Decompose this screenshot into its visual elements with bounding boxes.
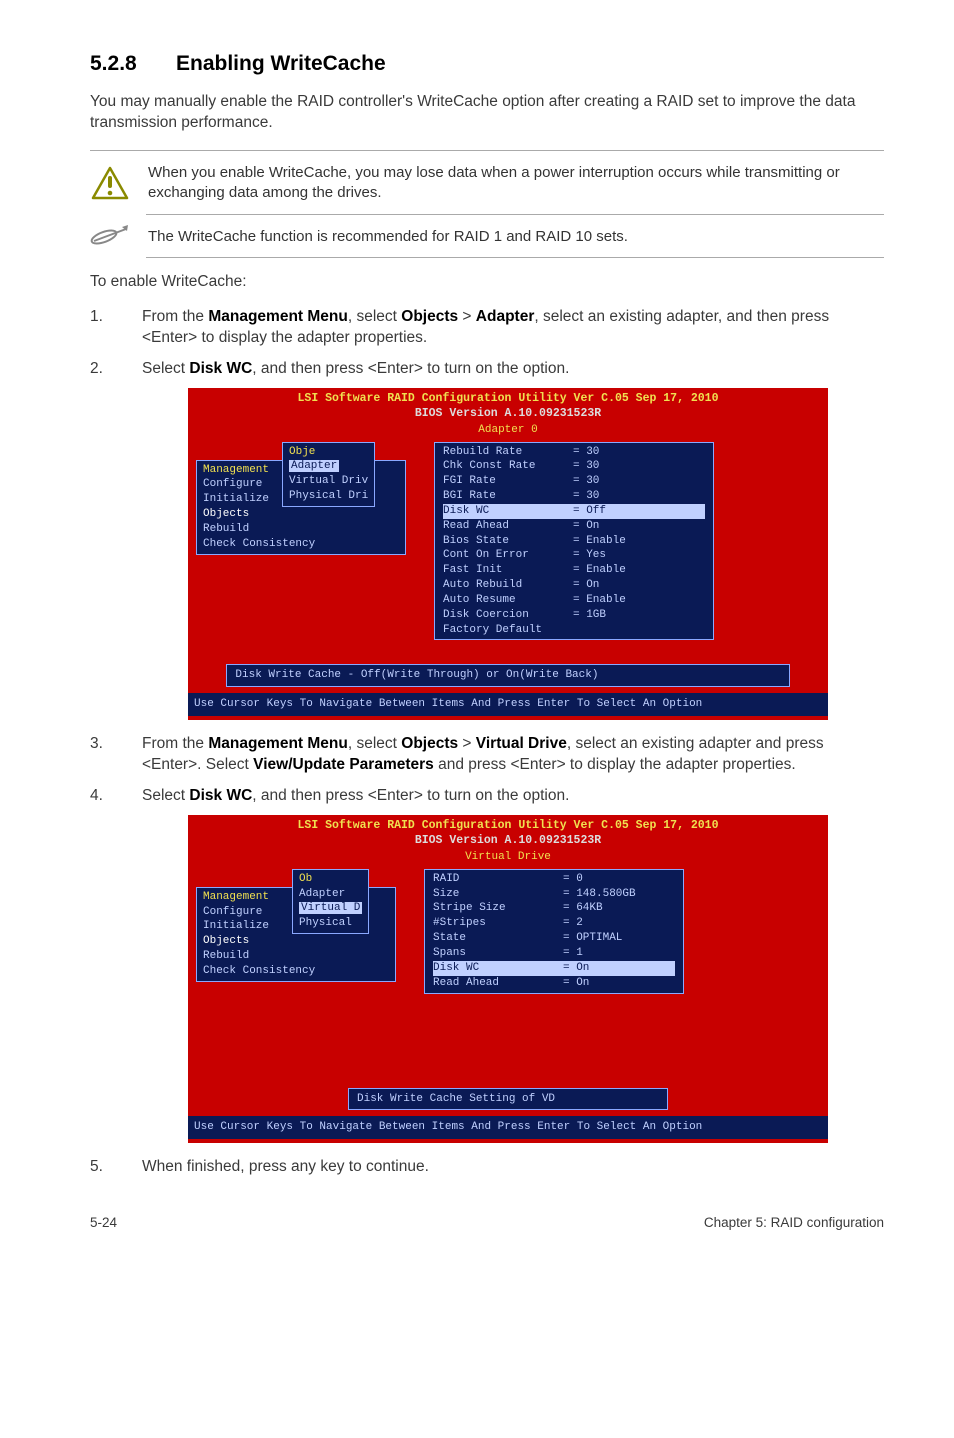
param-row: Size= 148.580GB	[433, 887, 675, 902]
param-row: Chk Const Rate= 30	[443, 459, 705, 474]
param-row: RAID= 0	[433, 872, 675, 887]
param-row: Read Ahead= On	[443, 519, 705, 534]
param-row: Rebuild Rate= 30	[443, 445, 705, 460]
adapter-params: Rebuild Rate= 30Chk Const Rate= 30FGI Ra…	[434, 442, 714, 641]
bios-screenshot-vd: LSI Software RAID Configuration Utility …	[188, 815, 828, 1143]
step-4: Select Disk WC, and then press <Enter> t…	[90, 786, 884, 1143]
step-1: From the Management Menu, select Objects…	[90, 307, 884, 349]
param-row: Stripe Size= 64KB	[433, 901, 675, 916]
lead-text: To enable WriteCache:	[90, 272, 884, 293]
bios-version: BIOS Version A.10.09231523R	[188, 406, 828, 422]
obj-item-adapter: Adapter	[289, 460, 339, 472]
bios-section: Adapter 0	[188, 423, 828, 438]
bios-version: BIOS Version A.10.09231523R	[188, 833, 828, 849]
obj-item-pd: Physical	[299, 917, 352, 929]
param-row: Spans= 1	[433, 946, 675, 961]
bios-title: LSI Software RAID Configuration Utility …	[188, 815, 828, 834]
step-5: When finished, press any key to continue…	[90, 1157, 884, 1178]
param-row: #Stripes= 2	[433, 916, 675, 931]
section-heading: 5.2.8Enabling WriteCache	[90, 50, 884, 78]
obj-item-vd: Virtual Driv	[289, 475, 368, 487]
bios-footer: Use Cursor Keys To Navigate Between Item…	[188, 1116, 828, 1139]
bios-title: LSI Software RAID Configuration Utility …	[188, 388, 828, 407]
obj-item-vd: Virtual D	[299, 902, 362, 914]
warning-text: When you enable WriteCache, you may lose…	[148, 157, 884, 210]
param-row: Bios State= Enable	[443, 534, 705, 549]
warning-callout: When you enable WriteCache, you may lose…	[90, 157, 884, 210]
divider	[146, 257, 884, 258]
divider	[146, 214, 884, 215]
param-row: Fast Init= Enable	[443, 563, 705, 578]
intro-text: You may manually enable the RAID control…	[90, 92, 884, 134]
obj-item-adapter: Adapter	[299, 888, 345, 900]
vd-params: RAID= 0Size= 148.580GBStripe Size= 64KB#…	[424, 869, 684, 994]
page-number: 5-24	[90, 1214, 117, 1232]
param-row: FGI Rate= 30	[443, 474, 705, 489]
param-row: BGI Rate= 30	[443, 489, 705, 504]
left-menus: Obje Adapter Virtual Driv Physical Dri M…	[196, 442, 406, 537]
note-callout: The WriteCache function is recommended f…	[90, 221, 884, 253]
chapter-label: Chapter 5: RAID configuration	[704, 1214, 884, 1232]
param-row: Disk WC= Off	[443, 504, 705, 519]
divider	[90, 150, 884, 151]
param-row: Auto Rebuild= On	[443, 578, 705, 593]
param-row: Disk Coercion= 1GB	[443, 608, 705, 623]
bios-message: Disk Write Cache Setting of VD	[348, 1088, 668, 1111]
obj-item-pd: Physical Dri	[289, 490, 368, 502]
note-icon	[90, 223, 130, 251]
page-footer: 5-24 Chapter 5: RAID configuration	[90, 1214, 884, 1232]
step-3: From the Management Menu, select Objects…	[90, 734, 884, 776]
objects-menu: Obje Adapter Virtual Driv Physical Dri	[282, 442, 375, 507]
param-row: State= OPTIMAL	[433, 931, 675, 946]
param-row: Read Ahead= On	[433, 976, 675, 991]
bios-section: Virtual Drive	[188, 850, 828, 865]
bios-footer: Use Cursor Keys To Navigate Between Item…	[188, 693, 828, 716]
objects-menu: Ob Adapter Virtual D Physical	[292, 869, 369, 934]
bios-message: Disk Write Cache - Off(Write Through) or…	[226, 664, 789, 687]
bios-screenshot-adapter: LSI Software RAID Configuration Utility …	[188, 388, 828, 721]
left-menus: Ob Adapter Virtual D Physical Management…	[196, 869, 396, 964]
section-number: 5.2.8	[90, 50, 176, 78]
param-row: Cont On Error= Yes	[443, 548, 705, 563]
section-title: Enabling WriteCache	[176, 52, 386, 75]
note-text: The WriteCache function is recommended f…	[148, 221, 884, 253]
step-2: Select Disk WC, and then press <Enter> t…	[90, 359, 884, 720]
warning-icon	[90, 166, 130, 200]
param-row: Factory Default	[443, 623, 705, 638]
param-row: Disk WC= On	[433, 961, 675, 976]
param-row: Auto Resume= Enable	[443, 593, 705, 608]
